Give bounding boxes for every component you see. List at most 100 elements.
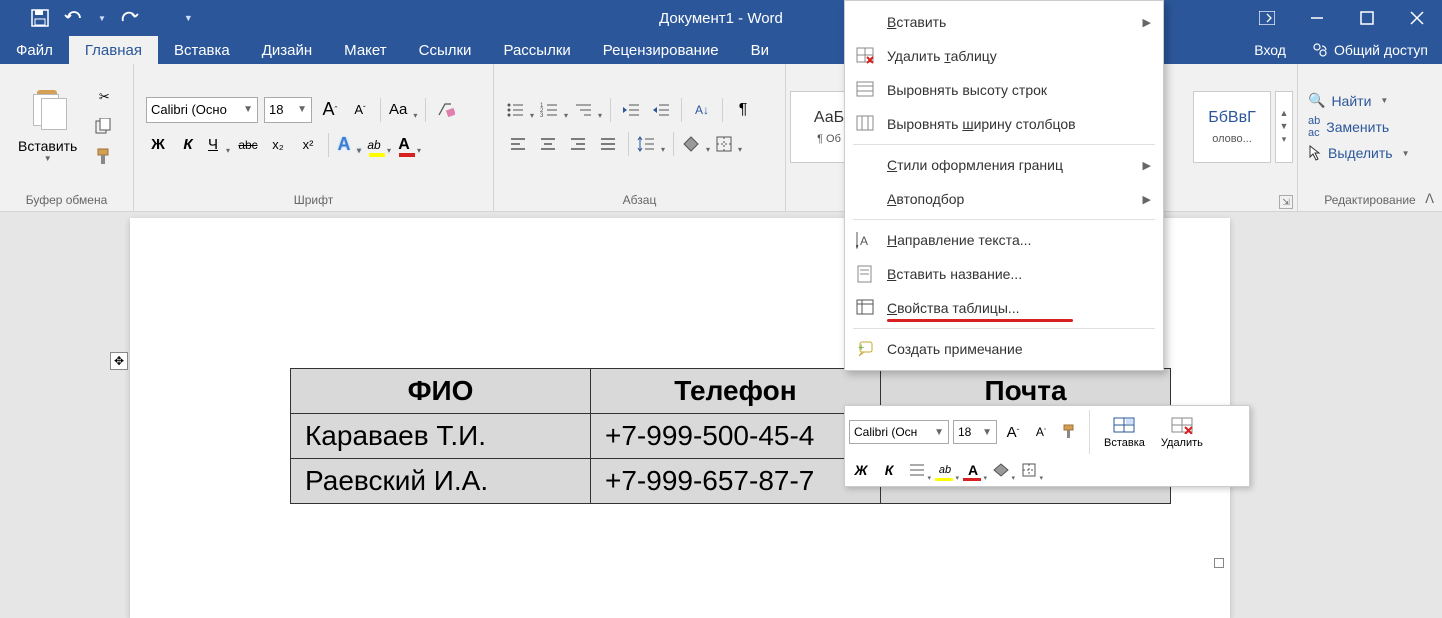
justify-icon[interactable] [596,132,620,156]
bold-button[interactable]: Ж [146,133,170,157]
mini-format-painter-icon[interactable] [1057,420,1081,444]
mini-font-combo[interactable]: Calibri (Осн▼ [849,420,949,444]
tab-references[interactable]: Ссылки [403,36,488,64]
svg-text:3: 3 [540,113,544,118]
close-icon[interactable] [1392,0,1442,36]
table-move-handle-icon[interactable]: ✥ [110,352,128,370]
shading-icon[interactable] [682,132,710,156]
find-button[interactable]: 🔍 Найти ▼ [1308,92,1410,109]
shrink-font-icon[interactable]: Aˇ [348,98,372,122]
qat-customize-icon[interactable]: ▼ [184,13,193,23]
superscript-button[interactable]: x² [296,133,320,157]
align-right-icon[interactable] [566,132,590,156]
menu-border-styles[interactable]: Стили оформления границ ▶ [845,148,1163,182]
format-painter-icon[interactable] [93,146,115,168]
mini-size-combo[interactable]: 18▼ [953,420,997,444]
undo-icon[interactable] [64,8,84,28]
tab-review[interactable]: Рецензирование [587,36,735,64]
menu-distribute-cols[interactable]: Выровнять ширину столбцов [845,107,1163,141]
highlight-color-icon[interactable]: ab [367,133,391,157]
change-case-icon[interactable]: Aa [389,98,417,122]
redo-icon[interactable] [120,8,140,28]
paste-button[interactable]: Вставить ▼ [8,84,87,169]
table-cell[interactable]: Караваев Т.И. [291,414,591,459]
mini-delete-button[interactable]: Удалить [1155,415,1209,449]
text-effects-icon[interactable]: A [337,133,361,157]
menu-table-properties[interactable]: Свойства таблицы... [845,291,1163,325]
paste-label: Вставить [18,138,77,154]
table-resize-handle-icon[interactable] [1214,558,1224,568]
share-button[interactable]: Общий доступ [1298,42,1442,58]
styles-launcher-icon[interactable]: ⇲ [1279,195,1293,209]
align-left-icon[interactable] [506,132,530,156]
tab-layout[interactable]: Макет [328,36,402,64]
tab-file[interactable]: Файл [0,36,69,64]
minimize-icon[interactable] [1292,0,1342,36]
show-marks-icon[interactable]: ¶ [731,98,755,122]
multilevel-list-icon[interactable] [574,98,602,122]
menu-autofit[interactable]: Автоподбор ▶ [845,182,1163,216]
style-heading[interactable]: БбВвГ олово... [1193,91,1271,163]
italic-button[interactable]: К [176,133,200,157]
maximize-icon[interactable] [1342,0,1392,36]
underline-button[interactable]: Ч [206,133,230,157]
menu-text-direction[interactable]: A Направление текста... [845,223,1163,257]
sign-in-button[interactable]: Вход [1242,42,1298,58]
table-header-cell[interactable]: Телефон [591,369,881,414]
menu-insert[interactable]: Вставить ▶ [845,5,1163,39]
numbering-icon[interactable]: 123 [540,98,568,122]
group-font-label: Шрифт [134,189,493,211]
clear-formatting-icon[interactable] [434,98,458,122]
mini-shrink-font-icon[interactable]: Aˇ [1029,420,1053,444]
table-cell[interactable]: Раевский И.А. [291,459,591,504]
group-clipboard-label: Буфер обмена [0,189,133,211]
collapse-ribbon-icon[interactable]: ᐱ [1425,191,1434,207]
borders-icon[interactable] [716,132,742,156]
mini-highlight-icon[interactable]: ab [933,458,957,482]
strikethrough-button[interactable]: abc [236,133,260,157]
menu-insert-label: Вставить [887,14,946,30]
cut-icon[interactable]: ✂ [93,86,115,108]
mini-insert-button[interactable]: Вставка [1098,415,1151,449]
tab-design[interactable]: Дизайн [246,36,328,64]
font-size-combo[interactable]: 18▼ [264,97,312,123]
table-cell[interactable]: +7-999-500-45-4 [591,414,881,459]
increase-indent-icon[interactable] [649,98,673,122]
tab-insert[interactable]: Вставка [158,36,246,64]
copy-icon[interactable] [93,116,115,138]
table-cell[interactable]: +7-999-657-87-7 [591,459,881,504]
styles-gallery-more-icon[interactable]: ▲▼▾ [1275,91,1293,163]
menu-delete-table-label: Удалить таблицу [887,48,997,64]
tab-view-partial[interactable]: Ви [735,36,785,64]
sort-icon[interactable]: A↓ [690,98,714,122]
text-direction-icon: A [855,230,875,250]
menu-insert-caption[interactable]: Вставить название... [845,257,1163,291]
menu-distribute-rows[interactable]: Выровнять высоту строк [845,73,1163,107]
subscript-button[interactable]: x₂ [266,133,290,157]
bullets-icon[interactable] [506,98,534,122]
menu-new-comment[interactable]: + Создать примечание [845,332,1163,366]
table-header-cell[interactable]: ФИО [291,369,591,414]
tab-home[interactable]: Главная [69,36,158,64]
select-button[interactable]: Выделить ▼ [1308,145,1410,161]
align-center-icon[interactable] [536,132,560,156]
mini-borders-icon[interactable] [1017,458,1041,482]
mini-bold-button[interactable]: Ж [849,458,873,482]
save-icon[interactable] [30,8,50,28]
ribbon-display-options-icon[interactable] [1242,0,1292,36]
delete-table-icon [855,46,875,66]
replace-button[interactable]: abac Заменить [1308,115,1410,139]
mini-shading-icon[interactable] [989,458,1013,482]
mini-grow-font-icon[interactable]: Aˆ [1001,420,1025,444]
font-color-icon[interactable]: A [397,133,421,157]
line-spacing-icon[interactable] [637,132,665,156]
mini-italic-button[interactable]: К [877,458,901,482]
menu-delete-table[interactable]: Удалить таблицу [845,39,1163,73]
font-family-combo[interactable]: Calibri (Осно▼ [146,97,258,123]
mini-align-icon[interactable] [905,458,929,482]
mini-font-color-icon[interactable]: A [961,458,985,482]
tab-mailings[interactable]: Рассылки [487,36,586,64]
decrease-indent-icon[interactable] [619,98,643,122]
grow-font-icon[interactable]: Aˆ [318,98,342,122]
undo-dropdown-icon[interactable]: ▼ [98,14,106,23]
